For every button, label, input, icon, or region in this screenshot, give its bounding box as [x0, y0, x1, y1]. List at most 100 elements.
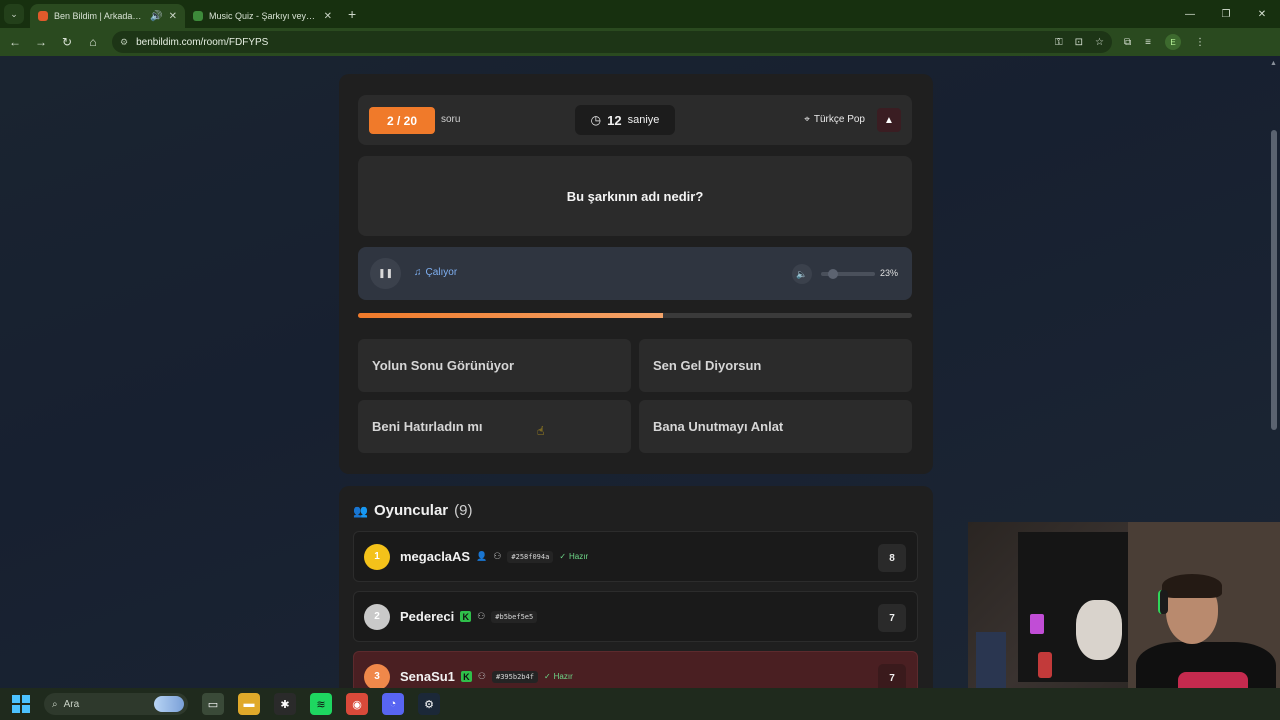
kick-logo-icon: K	[460, 611, 472, 622]
browser-tabbar: ⌄ Ben Bildim | Arkadaşlarınla 🔊 ✕ Music …	[0, 0, 1280, 28]
back-icon[interactable]: ←	[8, 35, 22, 49]
steam-icon[interactable]: ⚙	[418, 693, 440, 715]
players-heading: 👥 Oyuncular (9)	[353, 502, 472, 519]
windows-taskbar: ⌕ Ara ▭ ▬ ✱ ≋ ◉ ◔ ⚙	[0, 688, 1280, 720]
new-tab-button[interactable]: +	[348, 6, 356, 22]
answer-option-2[interactable]: Sen Gel Diyorsun	[639, 339, 912, 392]
rank-badge: 3	[364, 663, 390, 688]
user-add-icon[interactable]: ⚇	[478, 671, 486, 682]
key-icon[interactable]: ⚿	[1055, 37, 1063, 48]
weather-icon	[154, 696, 184, 712]
menu-icon[interactable]: ⋮	[1195, 37, 1205, 48]
category-tag: ⌖ Türkçe Pop	[804, 114, 865, 125]
profile-avatar[interactable]: E	[1164, 34, 1181, 50]
tab-search-button[interactable]: ⌄	[4, 4, 24, 24]
timer-value: 12	[607, 112, 622, 128]
mouse-cursor-icon: ☝	[537, 424, 545, 438]
player-id: #395b2b4f	[492, 670, 538, 683]
users-icon: 👥	[353, 503, 368, 518]
answer-option-4[interactable]: Bana Unutmayı Anlat	[639, 400, 912, 453]
start-button[interactable]	[12, 695, 30, 713]
forward-icon[interactable]: →	[34, 35, 48, 49]
chrome-icon[interactable]: ◉	[346, 693, 368, 715]
volume-percent: 23%	[879, 268, 898, 278]
players-card: 👥 Oyuncular (9) 1 megaclaAS 👤 ⚇ #258f094…	[339, 486, 933, 688]
headset	[1158, 590, 1168, 614]
install-icon[interactable]: ⊡	[1075, 37, 1083, 48]
close-icon[interactable]: ✕	[324, 11, 332, 22]
volume-icon[interactable]: 🔈	[792, 264, 812, 284]
ready-label: Hazır	[553, 672, 573, 681]
home-icon[interactable]: ⌂	[86, 35, 100, 49]
check-circle-icon: ✓	[559, 552, 567, 561]
tag-icon: ⌖	[804, 114, 810, 125]
restore-icon[interactable]: ❐	[1208, 0, 1244, 28]
file-explorer-icon[interactable]: ▬	[238, 693, 260, 715]
player-id: #258f094a	[507, 550, 554, 563]
poster-figure	[1076, 600, 1122, 660]
windows-logo-icon	[12, 695, 20, 703]
tab-ben-bildim[interactable]: Ben Bildim | Arkadaşlarınla 🔊 ✕	[30, 4, 185, 28]
extensions-icon[interactable]: ⧉	[1124, 37, 1131, 48]
task-view-icon[interactable]: ▭	[202, 693, 224, 715]
address-bar[interactable]: ⚙ benbildim.com/room/FDFYPS ⚿ ⊡ ☆	[112, 31, 1112, 53]
player-score: 8	[878, 544, 906, 572]
minimize-icon[interactable]: —	[1172, 0, 1208, 28]
playback-status: ♫ Çalıyor	[414, 267, 457, 278]
answer-option-1[interactable]: Yolun Sonu Görünüyor	[358, 339, 631, 392]
tab-favicon	[193, 11, 203, 21]
kick-logo-icon: K	[460, 671, 472, 682]
media-icon[interactable]: ≡	[1145, 37, 1151, 48]
taskbar-search[interactable]: ⌕ Ara	[44, 693, 188, 715]
ready-label: Hazır	[569, 552, 589, 561]
tab-favicon	[38, 11, 48, 21]
player-row-3: 3 SenaSu1 K ⚇ #395b2b4f ✓ Hazır 7	[353, 651, 918, 688]
tab-music-quiz[interactable]: Music Quiz - Şarkıyı veya sanat ✕	[185, 4, 340, 28]
playback-status-label: Çalıyor	[425, 267, 458, 278]
timer-unit: saniye	[627, 114, 660, 126]
reload-icon[interactable]: ↻	[60, 35, 74, 49]
answer-options: Yolun Sonu Görünüyor Sen Gel Diyorsun Be…	[358, 339, 912, 453]
volume-slider-knob[interactable]	[828, 269, 839, 279]
player-row-1: 1 megaclaAS 👤 ⚇ #258f094a ✓ Hazır 8	[353, 531, 918, 582]
host-user-icon: 👤	[476, 551, 488, 561]
volume-slider[interactable]	[821, 269, 875, 279]
speaker-icon[interactable]: 🔊	[150, 11, 162, 22]
search-placeholder: Ara	[63, 698, 80, 710]
scrollbar-thumb[interactable]	[1271, 130, 1277, 430]
drink-can	[1038, 652, 1052, 678]
player-score: 7	[878, 664, 906, 688]
rank-badge: 1	[364, 543, 390, 570]
players-count: (9)	[454, 502, 473, 519]
warning-icon: ▲	[884, 114, 894, 126]
pause-button[interactable]: ❚❚	[370, 258, 401, 289]
player-name: SenaSu1	[400, 669, 455, 684]
discord-icon[interactable]: ◔	[382, 693, 404, 715]
scroll-up-icon[interactable]: ▲	[1270, 60, 1277, 67]
user-add-icon[interactable]: ⚇	[493, 551, 501, 562]
tab-title: Ben Bildim | Arkadaşlarınla	[54, 11, 144, 21]
tab-title: Music Quiz - Şarkıyı veya sanat	[209, 11, 318, 21]
time-progress-fill	[358, 313, 663, 318]
answer-option-3[interactable]: Beni Hatırladın mı	[358, 400, 631, 453]
neon-light	[1030, 614, 1044, 634]
user-add-icon[interactable]: ⚇	[477, 611, 485, 622]
report-button[interactable]: ▲	[877, 108, 901, 132]
site-info-icon[interactable]: ⚙	[120, 37, 128, 48]
browser-toolbar: ← → ↻ ⌂ ⚙ benbildim.com/room/FDFYPS ⚿ ⊡ …	[0, 28, 1280, 56]
question-counter-label: soru	[441, 114, 461, 125]
time-progress-bar	[358, 313, 912, 318]
spotify-icon[interactable]: ≋	[310, 693, 332, 715]
clock-icon: ◷	[590, 113, 602, 127]
monitor	[976, 632, 1006, 692]
close-window-icon[interactable]: ✕	[1244, 0, 1280, 28]
chatgpt-icon[interactable]: ✱	[274, 693, 296, 715]
streamer-hair	[1162, 574, 1222, 598]
close-icon[interactable]: ✕	[169, 11, 177, 22]
player-row-2: 2 Pedereci K ⚇ #b5bef5e5 7	[353, 591, 918, 642]
player-score: 7	[878, 604, 906, 632]
url-text: benbildim.com/room/FDFYPS	[136, 36, 269, 48]
question-counter: 2 / 20	[369, 107, 435, 134]
game-card: 2 / 20 soru ◷ 12 saniye ⌖ Türkçe Pop ▲ B…	[339, 74, 933, 474]
star-icon[interactable]: ☆	[1095, 37, 1104, 48]
